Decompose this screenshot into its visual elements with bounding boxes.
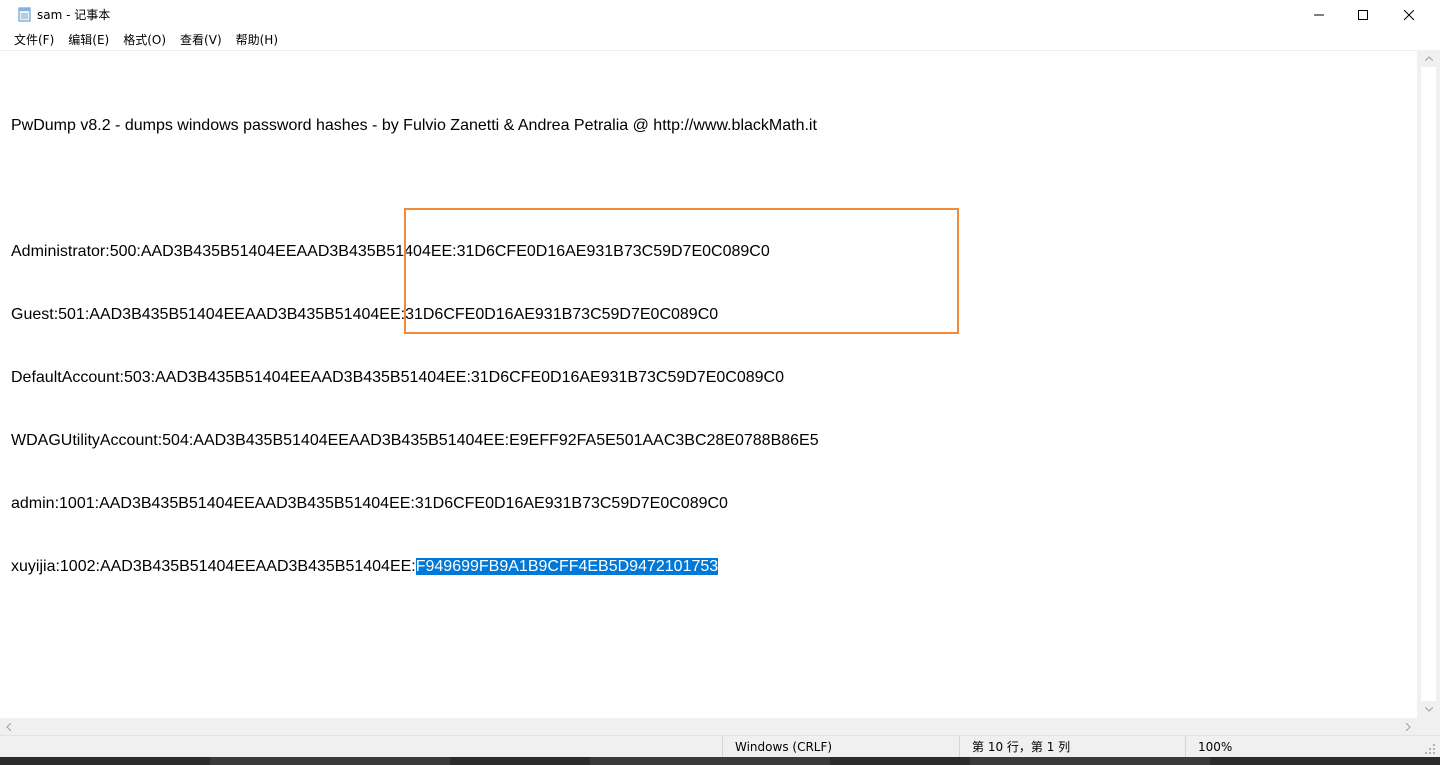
text-line: WDAGUtilityAccount:504:AAD3B435B51404EEA…	[11, 432, 819, 449]
minimize-button[interactable]	[1296, 0, 1342, 30]
text-line: Guest:501:AAD3B435B51404EEAAD3B435B51404…	[11, 306, 719, 323]
text-line: PwDump v8.2 - dumps windows password has…	[11, 117, 817, 134]
chevron-up-icon	[1424, 56, 1433, 61]
background-block	[970, 757, 1210, 765]
text-editor[interactable]: PwDump v8.2 - dumps windows password has…	[0, 50, 1417, 719]
text-line	[11, 178, 819, 199]
background-strip	[0, 757, 1440, 765]
horizontal-scrollbar[interactable]	[0, 718, 1417, 735]
close-button[interactable]	[1386, 0, 1432, 30]
menu-view[interactable]: 查看(V)	[173, 30, 229, 50]
scroll-left-button[interactable]	[0, 718, 17, 735]
vertical-scrollbar[interactable]	[1417, 50, 1440, 718]
maximize-icon	[1358, 10, 1368, 20]
notepad-icon	[18, 7, 31, 22]
chevron-right-icon	[1406, 722, 1411, 731]
text-content[interactable]: PwDump v8.2 - dumps windows password has…	[11, 73, 819, 619]
scroll-down-button[interactable]	[1417, 701, 1440, 718]
text-line: DefaultAccount:503:AAD3B435B51404EEAAD3B…	[11, 369, 784, 386]
close-icon	[1404, 10, 1414, 20]
status-cursor-position: 第 10 行，第 1 列	[959, 736, 1196, 758]
menu-bar: 文件(F) 编辑(E) 格式(O) 查看(V) 帮助(H)	[0, 30, 1440, 50]
chevron-down-icon	[1424, 707, 1433, 712]
scroll-thumb[interactable]	[1421, 67, 1436, 701]
scroll-right-button[interactable]	[1400, 718, 1417, 735]
notepad-window: sam - 记事本 文件(F) 编辑(E) 格式(O) 查看(V) 帮助(H)	[0, 0, 1440, 765]
menu-format[interactable]: 格式(O)	[116, 30, 173, 50]
scrollbar-corner	[1417, 718, 1440, 735]
menu-help[interactable]: 帮助(H)	[229, 30, 285, 50]
text-line-last: xuyijia:1002:AAD3B435B51404EEAAD3B435B51…	[11, 556, 819, 577]
title-bar[interactable]: sam - 记事本	[0, 0, 1440, 30]
status-zoom: 100%	[1185, 736, 1398, 758]
resize-grip-icon[interactable]	[1424, 743, 1436, 755]
status-bar: Windows (CRLF) 第 10 行，第 1 列 100%	[0, 735, 1440, 758]
status-encoding: Windows (CRLF)	[722, 736, 971, 758]
menu-file[interactable]: 文件(F)	[7, 30, 61, 50]
chevron-left-icon	[6, 722, 11, 731]
text-line-prefix: xuyijia:1002:AAD3B435B51404EEAAD3B435B51…	[11, 558, 416, 575]
background-block	[210, 757, 450, 765]
text-line: Administrator:500:AAD3B435B51404EEAAD3B4…	[11, 243, 770, 260]
maximize-button[interactable]	[1340, 0, 1386, 30]
scroll-up-button[interactable]	[1417, 50, 1440, 67]
menu-edit[interactable]: 编辑(E)	[61, 30, 116, 50]
window-title: sam - 记事本	[37, 8, 111, 22]
text-line: admin:1001:AAD3B435B51404EEAAD3B435B5140…	[11, 495, 728, 512]
minimize-icon	[1314, 14, 1324, 16]
selected-text[interactable]: F949699FB9A1B9CFF4EB5D9472101753	[415, 558, 719, 575]
background-block	[590, 757, 830, 765]
